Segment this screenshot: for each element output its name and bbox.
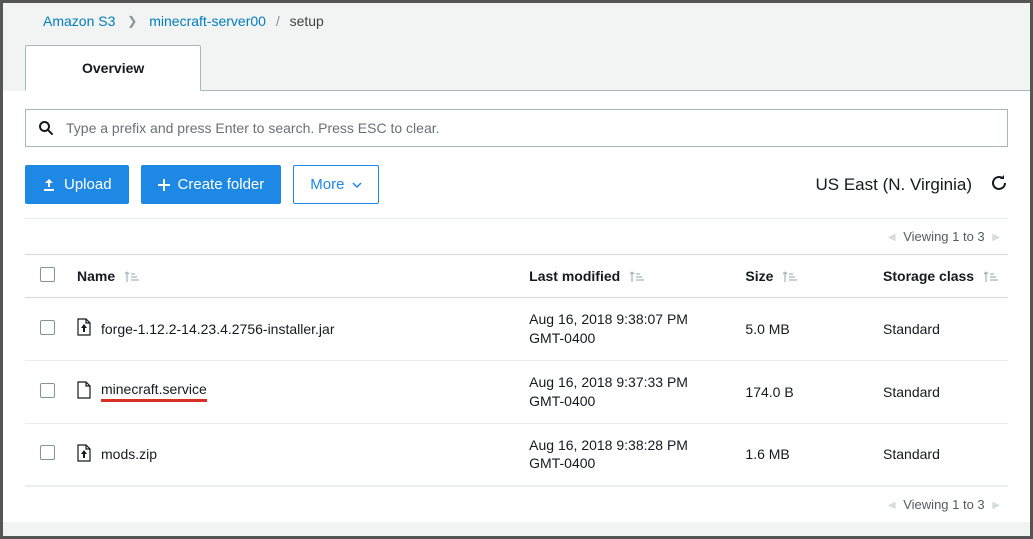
- search-input[interactable]: [66, 120, 995, 136]
- search-icon: [38, 120, 54, 136]
- chevron-left-icon: ◀: [888, 232, 896, 243]
- col-size[interactable]: Size: [737, 255, 875, 298]
- upload-icon: [42, 178, 56, 192]
- modified-line2: GMT-0400: [529, 329, 729, 348]
- size-cell: 174.0 B: [737, 360, 875, 423]
- region-label: US East (N. Virginia): [815, 175, 972, 195]
- col-name[interactable]: Name: [69, 255, 521, 298]
- object-table: Name Last modified Size: [25, 254, 1008, 486]
- search-box[interactable]: [25, 109, 1008, 147]
- plus-icon: [158, 179, 170, 191]
- create-folder-button[interactable]: Create folder: [141, 165, 282, 204]
- table-row: mods.zipAug 16, 2018 9:38:28 PMGMT-04001…: [25, 423, 1008, 486]
- more-label: More: [310, 176, 344, 193]
- file-icon: [77, 381, 91, 402]
- modified-line2: GMT-0400: [529, 454, 729, 473]
- tab-bar: Overview: [25, 45, 1030, 91]
- chevron-down-icon: [352, 182, 362, 188]
- storage-cell: Standard: [875, 298, 1008, 361]
- chevron-right-icon: ▶: [992, 500, 1000, 511]
- modified-line2: GMT-0400: [529, 392, 729, 411]
- main-panel: Upload Create folder More US East (N. Vi…: [3, 91, 1030, 522]
- archive-file-icon: [77, 444, 91, 465]
- col-name-label: Name: [77, 268, 115, 284]
- sort-icon: [630, 268, 646, 284]
- select-all-checkbox[interactable]: [40, 267, 55, 282]
- storage-cell: Standard: [875, 423, 1008, 486]
- create-folder-label: Create folder: [178, 176, 265, 193]
- more-button[interactable]: More: [293, 165, 379, 204]
- modified-cell: Aug 16, 2018 9:37:33 PMGMT-0400: [521, 360, 737, 423]
- col-size-label: Size: [745, 268, 773, 284]
- row-checkbox[interactable]: [40, 383, 55, 398]
- modified-line1: Aug 16, 2018 9:38:28 PM: [529, 436, 729, 455]
- col-modified[interactable]: Last modified: [521, 255, 737, 298]
- archive-file-icon: [77, 318, 91, 339]
- size-cell: 5.0 MB: [737, 298, 875, 361]
- chevron-right-icon: ❯: [127, 14, 137, 28]
- col-modified-label: Last modified: [529, 268, 620, 284]
- refresh-button[interactable]: [990, 174, 1008, 195]
- col-storage[interactable]: Storage class: [875, 255, 1008, 298]
- chevron-right-icon: ▶: [992, 232, 1000, 243]
- col-storage-label: Storage class: [883, 268, 974, 284]
- breadcrumb: Amazon S3 ❯ minecraft-server00 / setup: [3, 3, 1030, 35]
- modified-cell: Aug 16, 2018 9:38:07 PMGMT-0400: [521, 298, 737, 361]
- viewing-top: ◀ Viewing 1 to 3 ▶: [25, 218, 1008, 254]
- row-checkbox[interactable]: [40, 445, 55, 460]
- viewing-bottom: ◀ Viewing 1 to 3 ▶: [25, 486, 1008, 522]
- table-row: minecraft.service Aug 16, 2018 9:37:33 PM…: [25, 360, 1008, 423]
- sort-icon: [783, 268, 799, 284]
- slash-separator: /: [276, 13, 280, 29]
- upload-button[interactable]: Upload: [25, 165, 129, 204]
- file-link[interactable]: mods.zip: [101, 446, 157, 462]
- sort-icon: [125, 268, 141, 284]
- sort-icon: [984, 268, 1000, 284]
- row-checkbox[interactable]: [40, 320, 55, 335]
- chevron-left-icon: ◀: [888, 500, 896, 511]
- file-link[interactable]: forge-1.12.2-14.23.4.2756-installer.jar: [101, 321, 334, 337]
- breadcrumb-bucket[interactable]: minecraft-server00: [149, 13, 266, 29]
- breadcrumb-prefix: setup: [290, 13, 324, 29]
- refresh-icon: [990, 174, 1008, 192]
- viewing-text-top: Viewing 1 to 3: [903, 229, 984, 244]
- breadcrumb-root[interactable]: Amazon S3: [43, 13, 115, 29]
- size-cell: 1.6 MB: [737, 423, 875, 486]
- modified-line1: Aug 16, 2018 9:38:07 PM: [529, 310, 729, 329]
- tab-overview[interactable]: Overview: [25, 45, 201, 91]
- modified-cell: Aug 16, 2018 9:38:28 PMGMT-0400: [521, 423, 737, 486]
- viewing-text-bottom: Viewing 1 to 3: [903, 497, 984, 512]
- file-link[interactable]: minecraft.service: [101, 381, 207, 402]
- action-bar: Upload Create folder More US East (N. Vi…: [25, 165, 1008, 204]
- storage-cell: Standard: [875, 360, 1008, 423]
- upload-label: Upload: [64, 176, 112, 193]
- table-row: forge-1.12.2-14.23.4.2756-installer.jar A…: [25, 298, 1008, 361]
- modified-line1: Aug 16, 2018 9:37:33 PM: [529, 373, 729, 392]
